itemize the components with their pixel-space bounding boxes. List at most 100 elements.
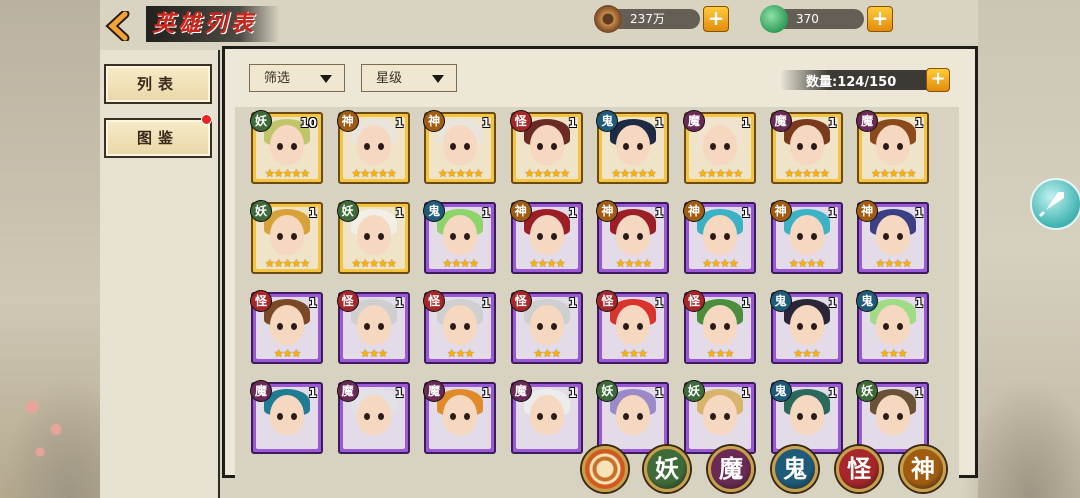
hero-card[interactable]: 鬼 1 ★★★★★	[596, 110, 670, 184]
hero-level: 1	[568, 116, 577, 130]
faction-button[interactable]: 魔	[708, 446, 754, 492]
hero-card[interactable]: 鬼 1 ★★★	[769, 290, 843, 364]
hero-face	[703, 395, 737, 435]
hero-face	[703, 215, 737, 255]
tab-gallery[interactable]: 图鉴	[104, 118, 212, 158]
faction-badge: 神	[509, 200, 532, 222]
hero-card[interactable]: 怪 1 ★★★	[596, 290, 670, 364]
hero-stars: ★★★	[793, 347, 821, 360]
hero-stars: ★★★★	[875, 257, 911, 270]
hero-face	[876, 125, 911, 165]
back-button[interactable]	[103, 10, 137, 42]
hero-card[interactable]: 怪 1 ★★★	[336, 290, 410, 364]
hero-card[interactable]: 神 1 ★★★★	[683, 200, 756, 274]
coin-icon	[594, 5, 622, 33]
hero-card[interactable]: 神 1 ★★★★★	[423, 110, 497, 184]
hero-eye	[796, 233, 803, 240]
hero-card[interactable]: 魔 1 ★★★★★	[856, 110, 930, 184]
hero-level: 1	[481, 116, 491, 130]
hero-face	[443, 215, 478, 255]
star-dropdown[interactable]: 星级	[361, 64, 457, 92]
hero-card[interactable]: 鬼1	[769, 380, 843, 454]
hero-level: 1	[308, 296, 317, 310]
faction-badge: 怪	[509, 290, 532, 312]
hero-card[interactable]: 魔1	[250, 380, 323, 454]
hero-eye	[536, 323, 543, 330]
hero-level: 1	[914, 116, 924, 130]
hero-card[interactable]: 魔1	[336, 380, 410, 454]
hero-card[interactable]: 神 1 ★★★★	[509, 200, 583, 274]
faction-all-button[interactable]	[582, 446, 628, 492]
hero-level: 1	[395, 206, 404, 220]
hero-level: 1	[741, 296, 750, 310]
hero-stars: ★★★	[360, 347, 388, 360]
hero-card[interactable]: 神 1 ★★★★	[769, 200, 843, 274]
faction-badge: 妖	[250, 200, 272, 222]
hero-face	[443, 125, 478, 165]
expand-slots-button[interactable]: +	[926, 68, 950, 92]
hero-eye	[277, 323, 283, 330]
faction-button[interactable]: 神	[900, 446, 946, 492]
hero-card[interactable]: 鬼 1 ★★★★	[423, 200, 497, 274]
filter-dropdown[interactable]: 筛选	[249, 64, 345, 92]
hero-card[interactable]: 鬼 1 ★★★	[856, 290, 930, 364]
hero-stars: ★★★	[879, 347, 908, 360]
hero-eye	[291, 233, 297, 240]
hero-face	[270, 395, 304, 435]
hero-card[interactable]: 魔1	[509, 380, 583, 454]
hero-level: 1	[481, 206, 491, 220]
hero-stars: ★★★	[620, 347, 648, 360]
hero-card[interactable]: 妖 1 ★★★★★	[250, 200, 323, 274]
hero-stars: ★★★	[273, 347, 302, 360]
hero-card[interactable]: 魔 1 ★★★★★	[769, 110, 843, 184]
tab-list[interactable]: 列表	[104, 64, 212, 104]
hero-card[interactable]: 怪 1 ★★★	[683, 290, 756, 364]
hero-level: 1	[395, 386, 404, 400]
hero-eye	[550, 233, 557, 240]
back-arrow-icon	[105, 11, 130, 41]
coin-counter: 237万	[594, 5, 700, 33]
hero-card[interactable]: 神 1 ★★★★★	[336, 110, 410, 184]
hero-card[interactable]: 妖 10 ★★★★★	[250, 110, 323, 184]
hero-stars: ★★★	[446, 347, 475, 360]
hero-card[interactable]: 妖1	[856, 380, 930, 454]
hero-level: 1	[914, 296, 924, 310]
hero-level: 1	[568, 206, 577, 220]
hero-eye	[277, 143, 283, 150]
jade-value: 370	[796, 12, 819, 26]
hero-card[interactable]: 怪 1 ★★★	[250, 290, 323, 364]
hero-eye	[377, 413, 384, 420]
hero-eye	[724, 233, 730, 240]
hero-card[interactable]: 怪 1 ★★★★★	[509, 110, 583, 184]
hero-card[interactable]: 妖1	[596, 380, 670, 454]
hero-eye	[724, 413, 730, 420]
faction-badge: 神	[683, 200, 705, 222]
hero-stars: ★★★★	[529, 257, 565, 270]
hero-face	[616, 215, 651, 255]
add-coin-button[interactable]: +	[703, 6, 729, 32]
faction-badge: 鬼	[769, 380, 792, 402]
hero-card[interactable]: 怪 1 ★★★	[423, 290, 497, 364]
hero-eye	[710, 413, 716, 420]
faction-button[interactable]: 妖	[644, 446, 690, 492]
faction-button[interactable]: 怪	[836, 446, 882, 492]
hero-card[interactable]: 魔 1 ★★★★★	[683, 110, 756, 184]
hero-card[interactable]: 魔1	[423, 380, 497, 454]
hero-stars: ★★★★★	[611, 167, 656, 180]
add-jade-button[interactable]: +	[867, 6, 893, 32]
hero-eye	[363, 413, 370, 420]
hero-card[interactable]: 神 1 ★★★★	[596, 200, 670, 274]
faction-badge: 魔	[683, 110, 705, 132]
hero-eye	[536, 143, 543, 150]
hero-card[interactable]: 妖 1 ★★★★★	[336, 200, 410, 274]
hero-card[interactable]: 怪 1 ★★★	[509, 290, 583, 364]
hero-eye	[377, 233, 384, 240]
hero-level: 1	[308, 386, 317, 400]
hero-eye	[710, 143, 716, 150]
rocket-button[interactable]	[1030, 178, 1080, 230]
faction-button[interactable]: 鬼	[772, 446, 818, 492]
hero-card[interactable]: 神 1 ★★★★	[856, 200, 930, 274]
hero-card[interactable]: 妖1	[683, 380, 756, 454]
faction-badge: 魔	[336, 380, 359, 402]
hero-eye	[277, 233, 283, 240]
